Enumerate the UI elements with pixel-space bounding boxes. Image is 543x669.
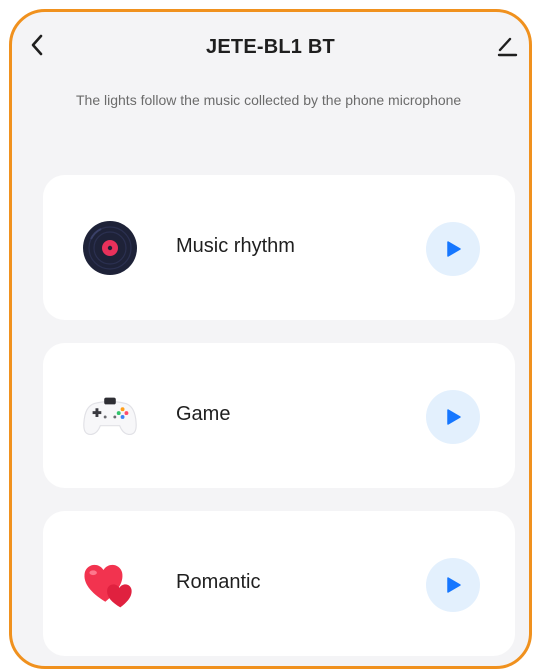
- play-button[interactable]: [426, 222, 480, 276]
- header: JETE-BL1 BT: [12, 12, 529, 82]
- pencil-icon: [497, 37, 518, 57]
- mode-card-game[interactable]: Game: [43, 343, 515, 488]
- play-button[interactable]: [426, 558, 480, 612]
- mode-description: The lights follow the music collected by…: [76, 92, 462, 108]
- mode-card-music-rhythm[interactable]: Music rhythm: [43, 175, 515, 320]
- play-icon: [447, 241, 461, 257]
- edit-button[interactable]: [493, 32, 521, 60]
- mode-label: Romantic: [176, 571, 261, 593]
- hearts-icon: [81, 555, 139, 613]
- gamepad-icon: [81, 387, 139, 445]
- play-button[interactable]: [426, 390, 480, 444]
- play-icon: [447, 577, 461, 593]
- mode-card-romantic[interactable]: Romantic: [43, 511, 515, 656]
- vinyl-record-icon: [81, 219, 139, 277]
- phone-frame: JETE-BL1 BT The lights follow the music …: [9, 9, 532, 669]
- mode-label: Music rhythm: [176, 235, 295, 257]
- page-title: JETE-BL1 BT: [206, 36, 335, 58]
- mode-label: Game: [176, 403, 231, 425]
- play-icon: [447, 409, 461, 425]
